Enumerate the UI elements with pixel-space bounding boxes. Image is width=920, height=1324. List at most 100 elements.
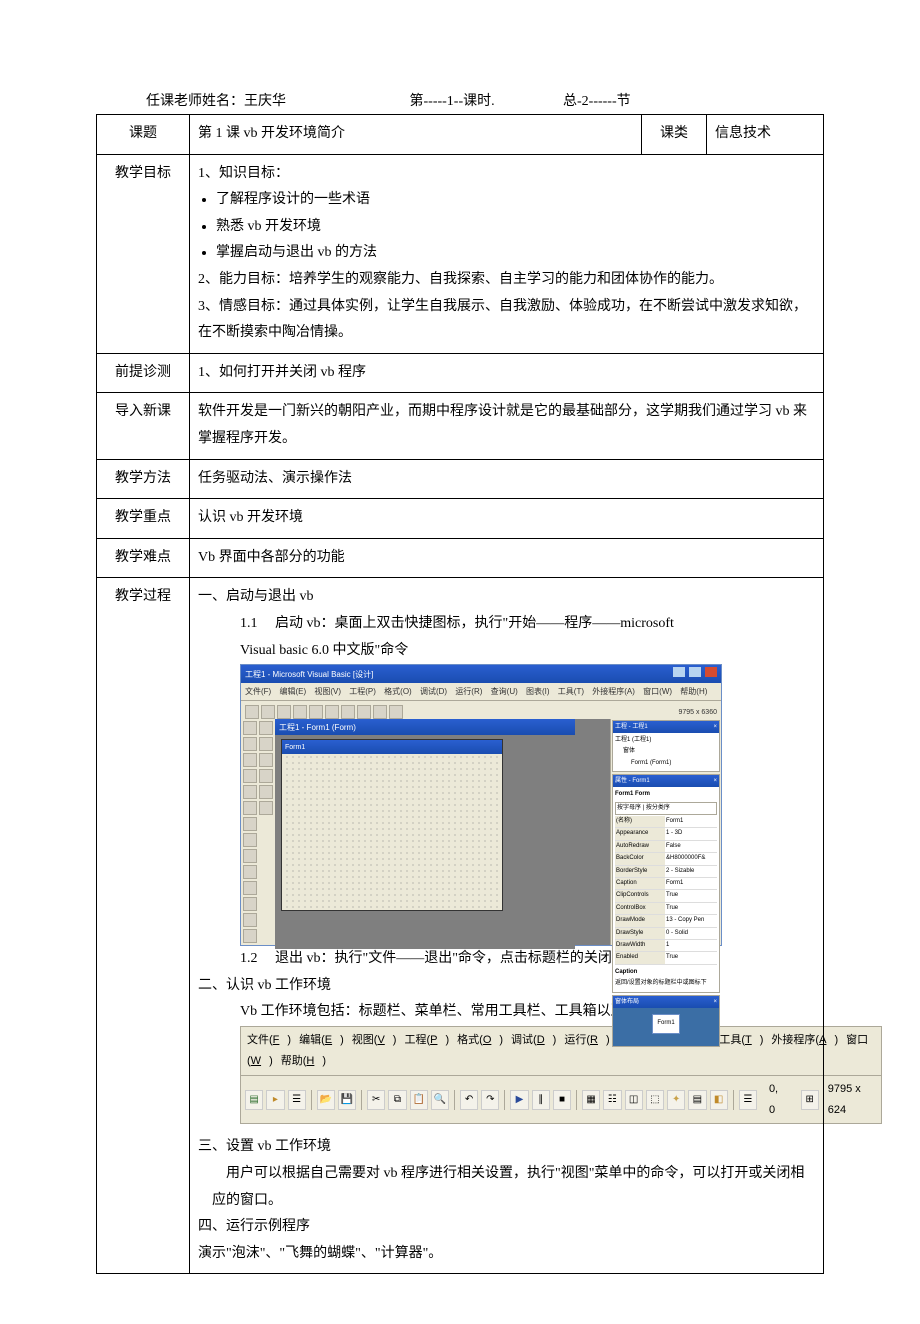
header-line: 任课老师姓名：王庆华 第-----1--课时. 总-2------节 <box>96 90 824 110</box>
tool-icon <box>243 865 257 879</box>
menu-item: 视图(V) <box>352 1034 397 1046</box>
tool-icon <box>243 801 257 815</box>
open-icon: 📂 <box>317 1090 335 1110</box>
value-difficulty: Vb 界面中各部分的功能 <box>190 538 824 578</box>
lesson-plan-page: 任课老师姓名：王庆华 第-----1--课时. 总-2------节 课题 第 … <box>0 0 920 1324</box>
value-focus: 认识 vb 开发环境 <box>190 499 824 539</box>
teacher-name: 任课老师姓名：王庆华 <box>146 90 406 110</box>
menu-item: 调试(D) <box>511 1034 556 1046</box>
vb-body: 工程1 - Form1 (Form) Form1 <box>241 719 721 945</box>
close-icon: × <box>713 997 717 1007</box>
section: 总-2------节 <box>563 90 631 110</box>
props-row: BackColor&H8000000F& <box>615 853 717 865</box>
lesson-table: 课题 第 1 课 vb 开发环境简介 课类 信息技术 教学目标 1、知识目标： … <box>96 114 824 1274</box>
properties-icon: ☷ <box>603 1090 621 1110</box>
minimize-icon <box>673 667 685 677</box>
maximize-icon <box>689 667 701 677</box>
tool-icon <box>243 737 257 751</box>
props-row: DrawWidth1 <box>615 940 717 952</box>
vb-menubar-strip: 文件(F)编辑(E)视图(V)工程(P)格式(O)调试(D)运行(R)查询(U)… <box>240 1026 882 1125</box>
emotion-goal: 3、情感目标：通过具体实例，让学生自我展示、自我激励、体验成功，在不断尝试中激发… <box>198 294 815 347</box>
tool-icon <box>243 785 257 799</box>
know-item: 熟悉 vb 开发环境 <box>216 214 815 241</box>
vb-titlebar: 工程1 - Microsoft Visual Basic [设计] <box>241 665 721 683</box>
find-icon: 🔍 <box>431 1090 449 1110</box>
new-project-icon: ▤ <box>245 1090 263 1110</box>
menu-item: 编辑(E) <box>279 687 306 696</box>
label-intro: 导入新课 <box>97 393 190 459</box>
toolbar-icon <box>245 705 259 719</box>
separator <box>454 1090 455 1110</box>
toolbar-row: ▤ ▸ ☰ 📂 💾 ✂ ⧉ 📋 🔍 ↶ ↷ <box>241 1076 881 1124</box>
redo-icon: ↷ <box>481 1090 499 1110</box>
know-title: 1、知识目标： <box>198 161 815 188</box>
value-objectives: 1、知识目标： 了解程序设计的一些术语 熟悉 vb 开发环境 掌握启动与退出 v… <box>190 154 824 353</box>
separator <box>311 1090 312 1110</box>
project-tree: 工程1 (工程1) 窗体 Form1 (Form1) <box>613 733 719 771</box>
toolbar-icon <box>309 705 323 719</box>
tool-icon <box>243 753 257 767</box>
menu-item: 运行(R) <box>455 687 482 696</box>
form-canvas <box>284 754 500 908</box>
label-difficulty: 教学难点 <box>97 538 190 578</box>
toolbar-icon <box>373 705 387 719</box>
position-icon: ⊞ <box>801 1090 819 1110</box>
project-explorer-icon: ▦ <box>582 1090 600 1110</box>
value-diag: 1、如何打开并关闭 vb 程序 <box>190 353 824 393</box>
coord-origin: 0, 0 <box>769 1079 786 1121</box>
toolbar-icon <box>325 705 339 719</box>
props-row: BorderStyle2 - Sizable <box>615 866 717 878</box>
menu-item: 视图(V) <box>314 687 341 696</box>
tool-icon <box>243 897 257 911</box>
form1: Form1 <box>281 739 503 911</box>
toolbar-icon <box>357 705 371 719</box>
tool-icon <box>259 785 273 799</box>
value-intro: 软件开发是一门新兴的朝阳产业，而期中程序设计就是它的最基础部分，这学期我们通过学… <box>190 393 824 459</box>
panel-title: 窗体布局 <box>615 997 639 1007</box>
paste-icon: 📋 <box>410 1090 428 1110</box>
undo-icon: ↶ <box>460 1090 478 1110</box>
panel-title: 工程 - 工程1 <box>615 722 648 732</box>
props-row: DrawMode13 - Copy Pen <box>615 915 717 927</box>
cut-icon: ✂ <box>367 1090 385 1110</box>
window-controls <box>671 667 717 682</box>
menu-item: 工程(P) <box>349 687 376 696</box>
menu-item: 文件(F) <box>247 1034 291 1046</box>
menu-item: 查询(U) <box>491 687 518 696</box>
menu-item: 文件(F) <box>245 687 271 696</box>
form-window: 工程1 - Form1 (Form) Form1 <box>275 719 575 949</box>
run-icon: ▶ <box>510 1090 528 1110</box>
tool-icon <box>243 881 257 895</box>
tool-icon <box>243 817 257 831</box>
coord-size: 9795 x 624 <box>828 1079 877 1121</box>
tool-icon <box>259 721 273 735</box>
tool-icon <box>243 849 257 863</box>
menu-item: 工程(P) <box>404 1034 449 1046</box>
label-process: 教学过程 <box>97 578 190 1274</box>
sec3-body: 用户可以根据自己需要对 vb 程序进行相关设置，执行"视图"菜单中的命令，可以打… <box>198 1161 815 1214</box>
toolbar-icon <box>341 705 355 719</box>
label-lesson-type: 课类 <box>642 115 707 155</box>
menu-editor-icon: ☰ <box>288 1090 306 1110</box>
right-panels: 工程 - 工程1× 工程1 (工程1) 窗体 Form1 (Form1) 属性 … <box>610 719 721 945</box>
menu-item: 工具(T) <box>558 687 584 696</box>
toolbox-icon: ✦ <box>667 1090 685 1110</box>
layout-panel: 窗体布局× Form1 <box>612 995 720 1047</box>
menubar-row: 文件(F)编辑(E)视图(V)工程(P)格式(O)调试(D)运行(R)查询(U)… <box>241 1027 881 1076</box>
close-icon: × <box>713 722 717 732</box>
toolbar-icon <box>293 705 307 719</box>
pause-icon: ∥ <box>532 1090 550 1110</box>
menu-item: 运行(R) <box>564 1034 609 1046</box>
form-layout-icon: ◫ <box>625 1090 643 1110</box>
sec1-2: 1.2 退出 vb：执行"文件——退出"命令，点击标题栏的关闭按钮 <box>198 946 815 973</box>
label-diag: 前提诊测 <box>97 353 190 393</box>
menu-item: 外接程序(A) <box>592 687 635 696</box>
tool-icon <box>259 801 273 815</box>
period: 第-----1--课时. <box>410 90 560 110</box>
sec1-1: 1.1 启动 vb：桌面上双击快捷图标，执行"开始——程序——microsoft <box>198 611 815 638</box>
vb-toolbox <box>241 719 276 945</box>
props-row: AutoRedrawFalse <box>615 841 717 853</box>
form-window-title-text: 工程1 - Form1 (Form) <box>279 720 356 734</box>
know-item: 了解程序设计的一些术语 <box>216 187 815 214</box>
tree-folder: 窗体 <box>615 746 717 757</box>
